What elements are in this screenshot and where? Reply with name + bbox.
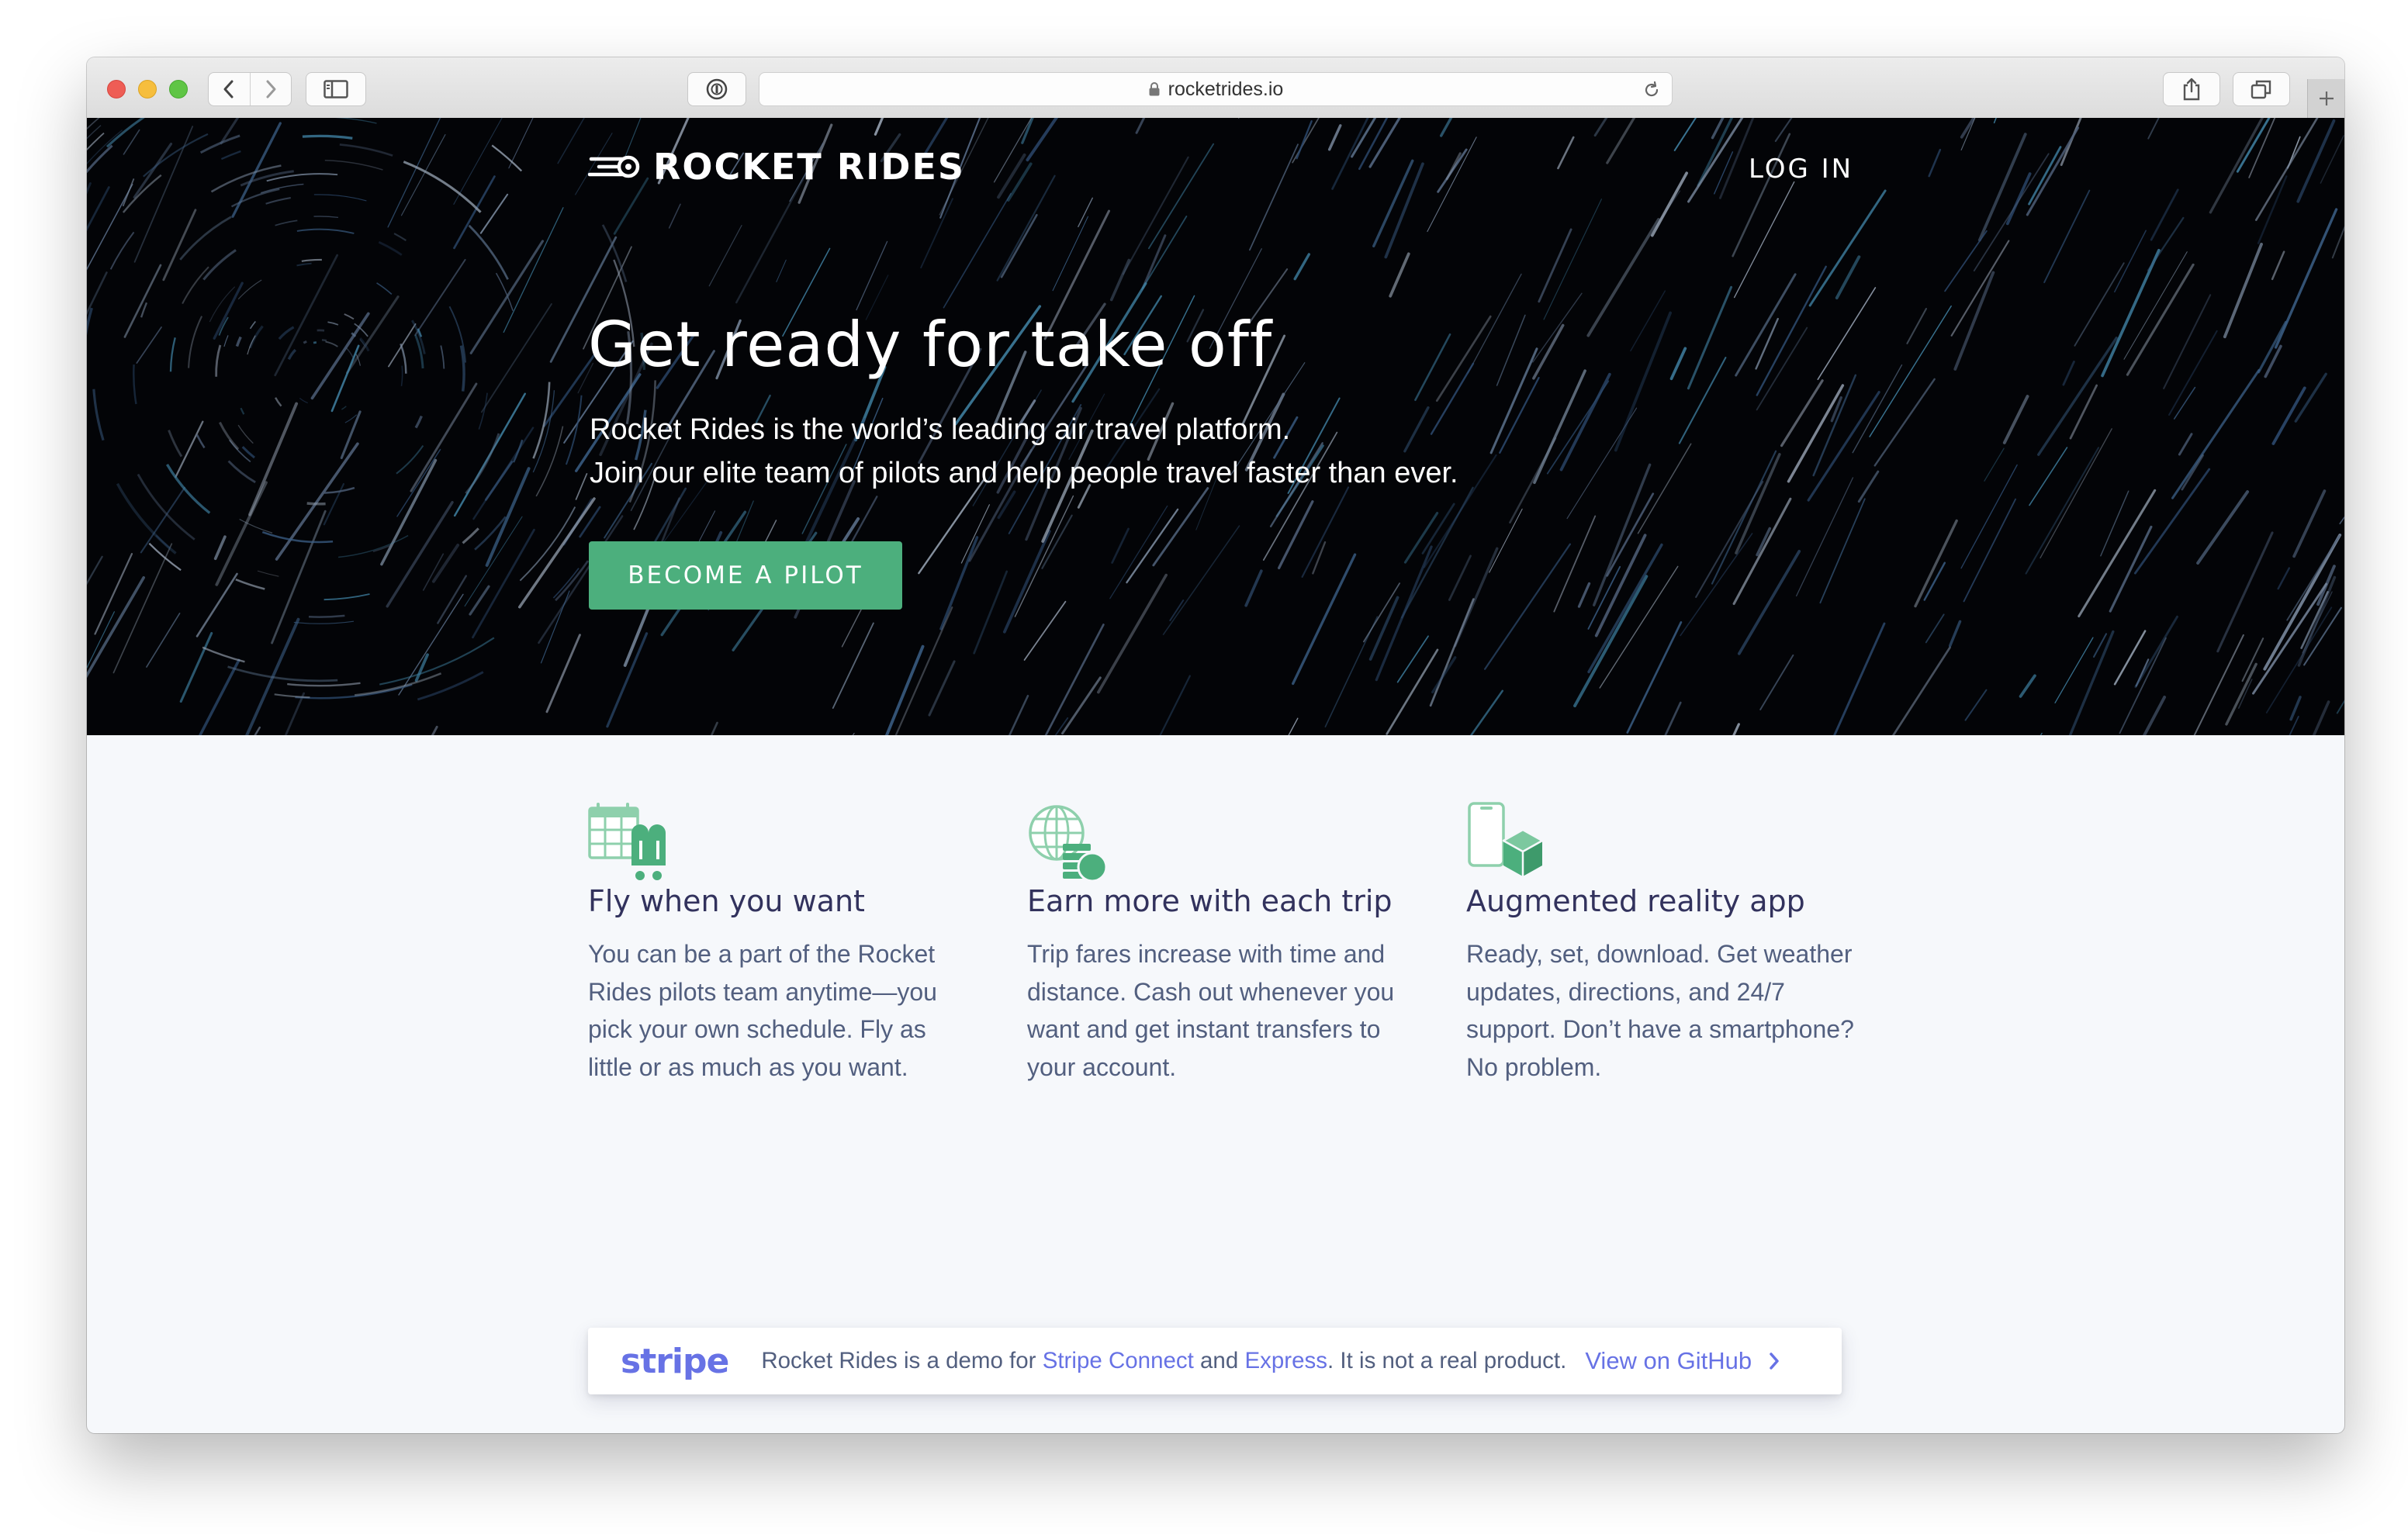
sidebar-toggle-button[interactable]: [306, 72, 366, 106]
hero-subtitle-line-1: Rocket Rides is the world’s leading air …: [590, 413, 1291, 446]
rocket-logo-icon: [588, 155, 640, 178]
globe-coins-icon: [1029, 805, 1108, 883]
navigation-buttons: [208, 72, 292, 106]
chevron-left-icon: [223, 80, 234, 98]
share-icon: [2183, 78, 2200, 101]
close-window-button[interactable]: [107, 80, 126, 98]
url-text: rocketrides.io: [1168, 78, 1284, 100]
stripe-connect-link[interactable]: Stripe Connect: [1043, 1348, 1194, 1373]
stripe-demo-banner: stripe Rocket Rides is a demo for Stripe…: [588, 1328, 1842, 1394]
banner-text: Rocket Rides is a demo for Stripe Connec…: [761, 1348, 1566, 1374]
zoom-window-button[interactable]: [169, 80, 188, 98]
browser-window: rocketrides.io ROCKET RIDES LOG IN Get r…: [87, 57, 2344, 1433]
site-logo[interactable]: ROCKET RIDES: [588, 146, 965, 188]
feature-description: You can be a part of the Rocket Rides pi…: [588, 940, 937, 1081]
express-link[interactable]: Express: [1244, 1348, 1327, 1373]
feature-description: Trip fares increase with time and distan…: [1027, 940, 1395, 1081]
logo-text: ROCKET RIDES: [653, 146, 966, 188]
password-manager-icon: [706, 78, 728, 100]
feature-description: Ready, set, download. Get weather update…: [1466, 940, 1854, 1081]
banner-text-and: and: [1193, 1348, 1245, 1373]
share-button[interactable]: [2163, 72, 2220, 106]
tabs-icon: [2251, 80, 2271, 99]
address-bar[interactable]: rocketrides.io: [759, 72, 1673, 106]
phone-cube-icon: [1468, 802, 1544, 876]
hero-section: ROCKET RIDES LOG IN Get ready for take o…: [87, 118, 2344, 735]
sidebar-icon: [323, 80, 348, 98]
banner-text-after: . It is not a real product.: [1327, 1348, 1567, 1373]
plus-icon: [2320, 92, 2334, 105]
hero-title: Get ready for take off: [588, 309, 1273, 381]
feature-title: Earn more with each trip: [1027, 884, 1393, 918]
reload-icon[interactable]: [1642, 81, 1661, 99]
browser-toolbar: rocketrides.io: [87, 57, 2344, 119]
forward-button[interactable]: [249, 73, 292, 105]
banner-text-before: Rocket Rides is a demo for: [761, 1348, 1043, 1373]
minimize-window-button[interactable]: [138, 80, 157, 98]
new-tab-button[interactable]: [2307, 79, 2344, 118]
lock-icon: [1149, 82, 1160, 96]
feature-title: Augmented reality app: [1466, 884, 1805, 918]
chevron-right-icon: [266, 80, 276, 98]
feature-title: Fly when you want: [588, 884, 865, 918]
hero-subtitle-line-2: Join our elite team of pilots and help p…: [590, 457, 1458, 489]
stripe-logo[interactable]: stripe: [621, 1342, 729, 1381]
hero-subtitle: Rocket Rides is the world’s leading air …: [590, 408, 1458, 495]
view-on-github-link[interactable]: View on GitHub: [1585, 1347, 1752, 1375]
login-link[interactable]: LOG IN: [1749, 154, 1853, 185]
calendar-rocket-icon: [588, 803, 666, 880]
chevron-right-icon[interactable]: [1767, 1351, 1781, 1371]
password-manager-button[interactable]: [687, 72, 746, 106]
tab-overview-button[interactable]: [2233, 72, 2290, 106]
become-a-pilot-button[interactable]: BECOME A PILOT: [589, 541, 902, 610]
back-button[interactable]: [209, 73, 250, 105]
